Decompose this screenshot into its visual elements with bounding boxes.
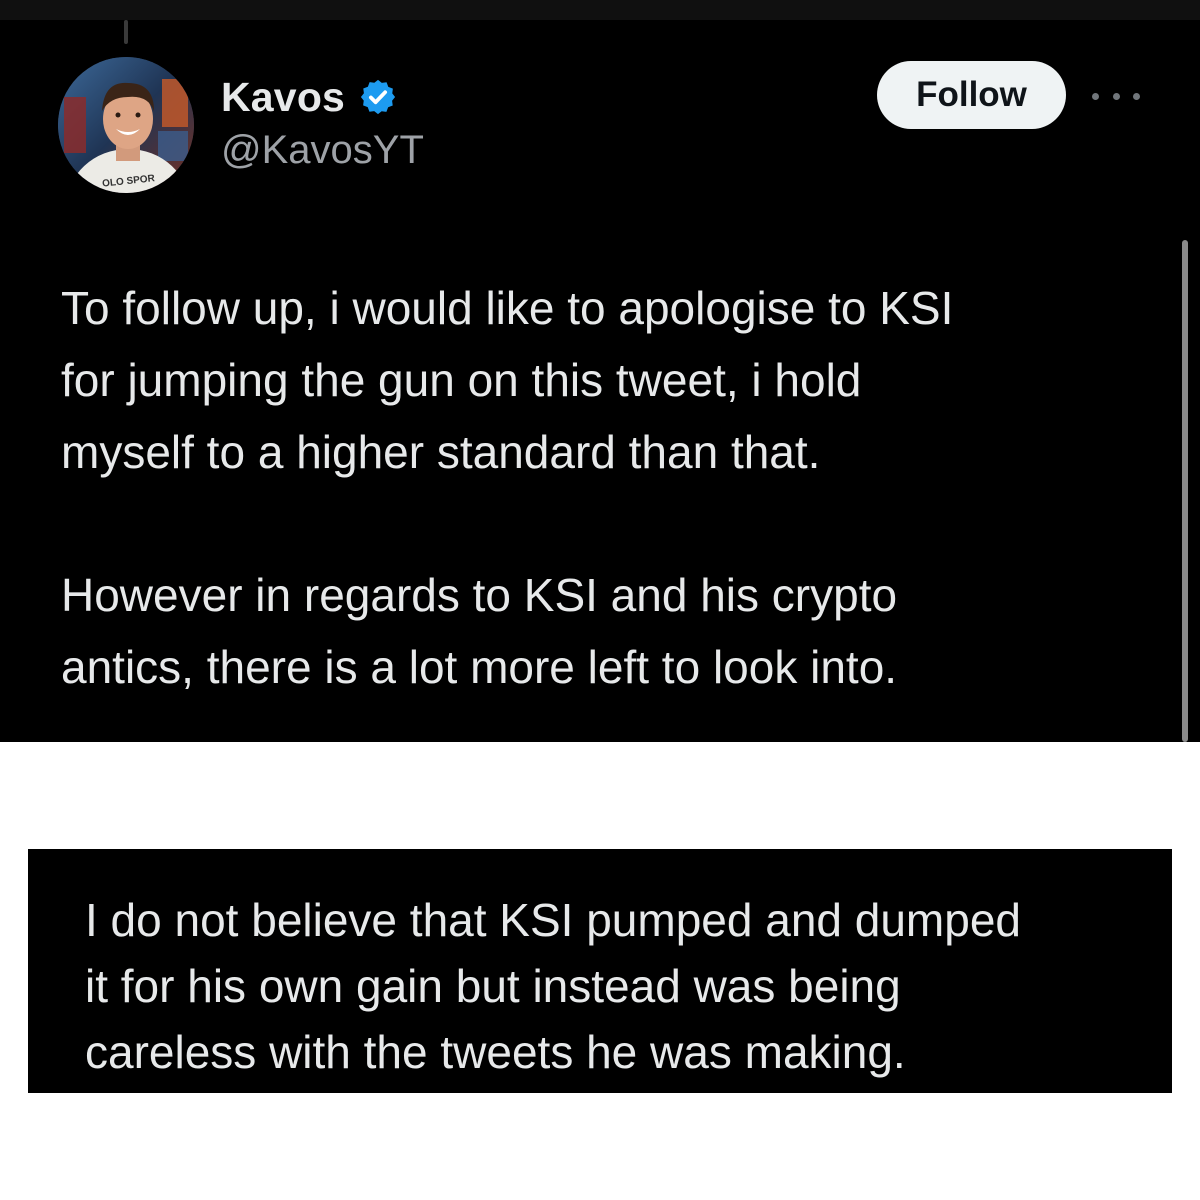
verified-badge-icon [359, 78, 397, 116]
tweet-text-line: antics, there is a lot more left to look… [61, 641, 898, 693]
quoted-excerpt: I do not believe that KSI pumped and dum… [28, 849, 1172, 1093]
scrollbar[interactable] [1182, 240, 1188, 742]
excerpt-text: I do not believe that KSI pumped and dum… [85, 887, 1021, 1085]
tweet-card: OLO SPOR Kavos @KavosYT Follow To follow… [0, 0, 1200, 742]
more-options-icon[interactable] [1092, 88, 1140, 104]
author-name-row: Kavos [221, 72, 397, 122]
excerpt-text-line: it for his own gain but instead was bein… [85, 960, 901, 1012]
avatar[interactable]: OLO SPOR [58, 57, 194, 193]
avatar-image: OLO SPOR [58, 57, 194, 193]
display-name[interactable]: Kavos [221, 74, 345, 121]
author-handle[interactable]: @KavosYT [221, 128, 424, 173]
tweet-text: To follow up, i would like to apologise … [61, 272, 1161, 703]
follow-button[interactable]: Follow [877, 61, 1066, 129]
excerpt-text-line: careless with the tweets he was making. [85, 1026, 906, 1078]
tweet-text-line: To follow up, i would like to apologise … [61, 282, 954, 334]
tweet-text-line: myself to a higher standard than that. [61, 426, 821, 478]
thread-connector-line [124, 20, 128, 44]
tweet-text-line: However in regards to KSI and his crypto [61, 569, 898, 621]
tweet-text-line: for jumping the gun on this tweet, i hol… [61, 354, 862, 406]
excerpt-text-line: I do not believe that KSI pumped and dum… [85, 894, 1021, 946]
screenshot-page: OLO SPOR Kavos @KavosYT Follow To follow… [0, 0, 1200, 1200]
top-strip [0, 0, 1200, 20]
